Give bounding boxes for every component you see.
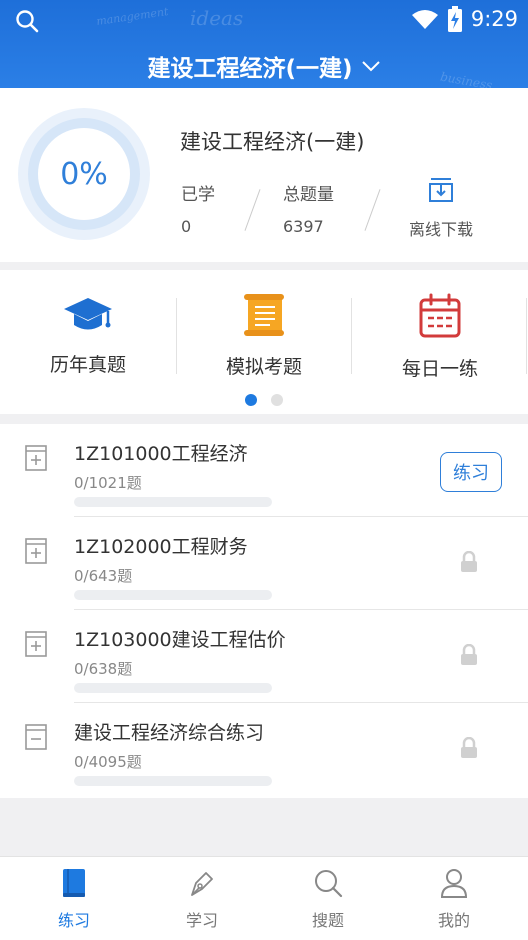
chapter-item[interactable]: 建设工程经济综合练习 0/4095题 bbox=[0, 703, 528, 796]
chapter-count: 0/1021题 bbox=[74, 474, 142, 492]
chevron-down-icon bbox=[361, 61, 380, 72]
chapter-title: 1Z103000建设工程估价 bbox=[74, 629, 286, 651]
chapter-title: 建设工程经济综合练习 bbox=[74, 722, 265, 744]
chapter-title: 1Z101000工程经济 bbox=[74, 443, 248, 465]
lock-icon bbox=[461, 737, 477, 758]
chapter-item[interactable]: 1Z102000工程财务 0/643题 bbox=[0, 517, 528, 610]
graduation-cap-icon bbox=[64, 298, 112, 330]
progress-ring: 0% bbox=[18, 108, 150, 240]
subject-selector[interactable]: 建设工程经济(一建) bbox=[0, 48, 528, 84]
user-icon bbox=[440, 869, 468, 898]
stat-divider bbox=[244, 189, 261, 231]
pen-icon bbox=[191, 872, 213, 896]
download-box-icon bbox=[429, 178, 453, 202]
category-label: 历年真题 bbox=[49, 354, 126, 376]
subject-name: 建设工程经济(一建) bbox=[180, 130, 365, 154]
chapter-count: 0/4095题 bbox=[74, 753, 142, 771]
nav-label: 我的 bbox=[437, 911, 470, 930]
lock-icon bbox=[461, 551, 477, 572]
expand-plus-icon[interactable] bbox=[24, 630, 48, 658]
progress-card: 0% 建设工程经济(一建) 已学 0 总题量 6397 离线下载 bbox=[0, 88, 528, 262]
chapter-item[interactable]: 1Z103000建设工程估价 0/638题 bbox=[0, 610, 528, 703]
status-bar: 9:29 bbox=[0, 0, 528, 38]
category-past-exams[interactable]: 历年真题 bbox=[0, 292, 176, 377]
expand-plus-icon[interactable] bbox=[24, 537, 48, 565]
chapter-count: 0/638题 bbox=[74, 660, 133, 678]
search-icon bbox=[315, 870, 343, 898]
chapter-progress-bar bbox=[74, 590, 272, 600]
nav-tab-study[interactable]: 学习 bbox=[136, 867, 268, 931]
chapter-progress-bar bbox=[74, 776, 272, 786]
practice-button[interactable]: 练习 bbox=[440, 452, 502, 492]
status-indicators: 9:29 bbox=[411, 4, 518, 34]
chapter-progress-bar bbox=[74, 497, 272, 507]
expand-plus-icon[interactable] bbox=[24, 444, 48, 472]
battery-charging-icon bbox=[447, 6, 462, 32]
header-search-button[interactable] bbox=[14, 8, 40, 34]
nav-label: 搜题 bbox=[311, 911, 344, 930]
carousel-dot-active[interactable] bbox=[245, 394, 257, 406]
carousel-indicator bbox=[0, 394, 528, 406]
category-mock-exams[interactable]: 模拟考题 bbox=[176, 292, 352, 379]
chapter-list: 1Z101000工程经济 0/1021题 练习 1Z102000工程财务 0/6… bbox=[0, 424, 528, 798]
page-title: 建设工程经济(一建) bbox=[147, 56, 353, 82]
category-label: 每日一练 bbox=[401, 358, 478, 380]
chapter-item[interactable]: 1Z101000工程经济 0/1021题 练习 bbox=[0, 424, 528, 517]
nav-label: 学习 bbox=[185, 911, 218, 930]
category-carousel: 历年真题 模拟考题 每日一练 bbox=[0, 270, 528, 414]
wifi-icon bbox=[411, 10, 438, 29]
nav-tab-profile[interactable]: 我的 bbox=[388, 867, 520, 931]
book-icon bbox=[63, 869, 85, 897]
learned-stat: 已学 0 bbox=[181, 180, 215, 236]
bottom-nav: 练习 学习 搜题 我的 bbox=[0, 856, 528, 940]
category-daily-practice[interactable]: 每日一练 bbox=[352, 292, 528, 381]
app-header: ideas management business 9:29 建设工程经济(一建… bbox=[0, 0, 528, 88]
total-stat: 总题量 6397 bbox=[283, 180, 334, 236]
status-time: 9:29 bbox=[470, 7, 518, 31]
nav-tab-search[interactable]: 搜题 bbox=[262, 867, 394, 931]
learned-label: 已学 bbox=[181, 185, 215, 205]
chapter-count: 0/643题 bbox=[74, 567, 133, 585]
collapse-minus-icon[interactable] bbox=[24, 723, 48, 751]
carousel-dot[interactable] bbox=[271, 394, 283, 406]
scroll-icon bbox=[244, 294, 284, 336]
category-label: 模拟考题 bbox=[225, 356, 302, 378]
progress-percent: 0% bbox=[38, 128, 130, 220]
lock-icon bbox=[461, 644, 477, 665]
chapter-progress-bar bbox=[74, 683, 272, 693]
nav-label: 练习 bbox=[57, 911, 90, 930]
total-value: 6397 bbox=[283, 217, 324, 236]
search-icon bbox=[16, 10, 39, 33]
nav-tab-practice[interactable]: 练习 bbox=[8, 867, 140, 931]
learned-value: 0 bbox=[181, 217, 192, 236]
offline-download-label: 离线下载 bbox=[408, 220, 473, 239]
chapter-title: 1Z102000工程财务 bbox=[74, 536, 248, 558]
stat-divider bbox=[364, 189, 381, 231]
calendar-icon bbox=[419, 293, 461, 338]
total-label: 总题量 bbox=[283, 185, 334, 205]
offline-download-button[interactable]: 离线下载 bbox=[404, 176, 478, 240]
